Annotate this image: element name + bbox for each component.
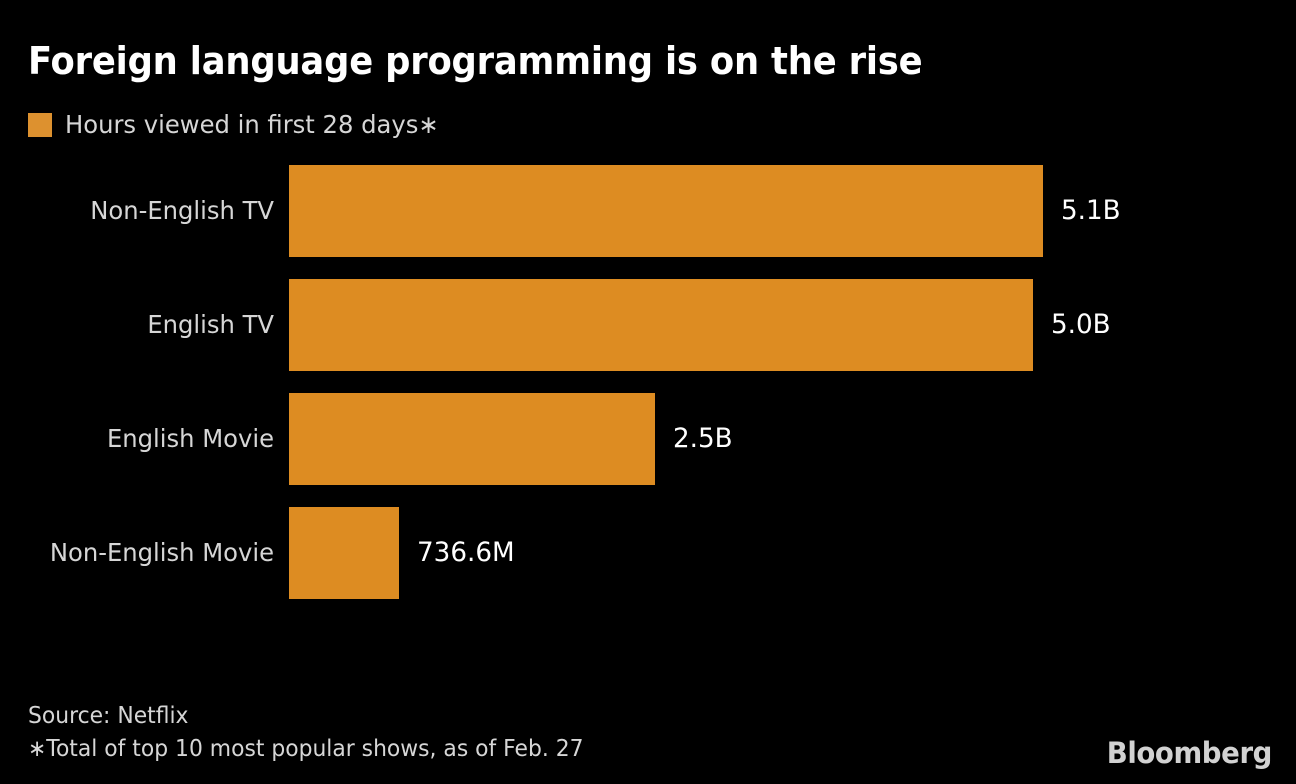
footer-notes: Source: Netflix ∗Total of top 10 most po… (28, 700, 584, 766)
legend-swatch-icon (28, 113, 52, 137)
bar-value-label: 2.5B (672, 423, 733, 454)
source-line: Source: Netflix (28, 703, 189, 729)
bar-row: English TV 5.0B (0, 279, 1296, 371)
footnote-line: ∗Total of top 10 most popular shows, as … (28, 736, 584, 762)
bar-track: 5.0B (289, 279, 1113, 371)
bar-value-label: 5.1B (1061, 195, 1121, 226)
bar-category-label: English Movie (106, 424, 274, 453)
bar-row: Non-English Movie 736.6M (0, 507, 1296, 599)
page-title: Foreign language programming is on the r… (28, 39, 923, 83)
bar-rect (289, 507, 400, 599)
bar-track: 2.5B (289, 393, 734, 485)
bar-rect (289, 279, 1034, 371)
bar-value-label: 736.6M (417, 537, 515, 568)
bar-track: 736.6M (289, 507, 518, 599)
chart-legend: Hours viewed in first 28 days∗ (28, 108, 450, 142)
bar-rect (289, 165, 1043, 257)
bar-category-label: Non-English Movie (49, 538, 274, 567)
bar-category-label: English TV (147, 310, 274, 339)
bloomberg-logo: Bloomberg (1106, 736, 1273, 770)
plot-area: Non-English TV 5.1B English TV 5.0B Engl… (0, 155, 1296, 615)
bar-track: 5.1B (289, 165, 1122, 257)
legend-item-label: Hours viewed in first 28 days∗ (65, 110, 439, 139)
chart-canvas: Foreign language programming is on the r… (0, 0, 1296, 784)
bar-rect (289, 393, 655, 485)
bar-value-label: 5.0B (1051, 309, 1111, 340)
bar-row: Non-English TV 5.1B (0, 165, 1296, 257)
bar-row: English Movie 2.5B (0, 393, 1296, 485)
bar-category-label: Non-English TV (90, 196, 274, 225)
